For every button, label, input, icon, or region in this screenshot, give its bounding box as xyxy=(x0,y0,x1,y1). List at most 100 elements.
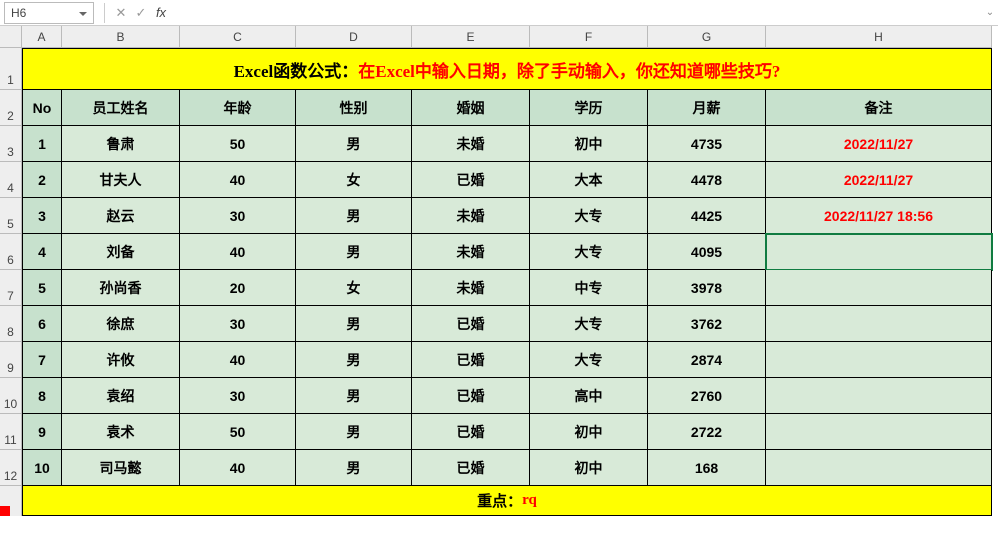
row-header[interactable]: 2 xyxy=(0,90,22,126)
header-cell[interactable]: 性别 xyxy=(296,90,412,126)
data-cell[interactable]: 50 xyxy=(180,126,296,162)
data-cell[interactable]: 未婚 xyxy=(412,270,530,306)
data-cell[interactable] xyxy=(766,414,992,450)
data-cell[interactable]: 大本 xyxy=(530,162,648,198)
data-cell[interactable]: 许攸 xyxy=(62,342,180,378)
data-cell[interactable]: 男 xyxy=(296,378,412,414)
title-row[interactable]: Excel函数公式： 在Excel中输入日期，除了手动输入，你还知道哪些技巧? xyxy=(22,48,992,90)
data-cell[interactable]: 4095 xyxy=(648,234,766,270)
row-header[interactable]: 12 xyxy=(0,450,22,486)
data-cell[interactable]: 40 xyxy=(180,234,296,270)
data-cell[interactable]: 徐庶 xyxy=(62,306,180,342)
data-cell[interactable]: 已婚 xyxy=(412,414,530,450)
data-cell[interactable]: 9 xyxy=(22,414,62,450)
data-cell[interactable]: 40 xyxy=(180,162,296,198)
data-cell[interactable]: 30 xyxy=(180,306,296,342)
data-cell[interactable]: 2 xyxy=(22,162,62,198)
data-cell[interactable]: 司马懿 xyxy=(62,450,180,486)
select-all-corner[interactable] xyxy=(0,26,22,48)
header-cell[interactable]: 婚姻 xyxy=(412,90,530,126)
data-cell[interactable]: 甘夫人 xyxy=(62,162,180,198)
data-cell[interactable]: 大专 xyxy=(530,198,648,234)
data-cell[interactable]: 初中 xyxy=(530,126,648,162)
data-cell[interactable] xyxy=(766,342,992,378)
data-cell[interactable] xyxy=(766,378,992,414)
col-header[interactable]: F xyxy=(530,26,648,48)
data-cell[interactable]: 50 xyxy=(180,414,296,450)
data-cell[interactable]: 大专 xyxy=(530,234,648,270)
expand-formula-icon[interactable]: ⌄ xyxy=(982,7,998,18)
row-header[interactable]: 3 xyxy=(0,126,22,162)
data-cell[interactable]: 2022/11/27 18:56 xyxy=(766,198,992,234)
data-cell[interactable]: 袁术 xyxy=(62,414,180,450)
row-header[interactable]: 6 xyxy=(0,234,22,270)
col-header[interactable]: B xyxy=(62,26,180,48)
data-cell[interactable]: 初中 xyxy=(530,450,648,486)
name-box[interactable]: H6 xyxy=(4,2,94,24)
data-cell[interactable]: 2874 xyxy=(648,342,766,378)
data-cell[interactable]: 2722 xyxy=(648,414,766,450)
data-cell[interactable]: 高中 xyxy=(530,378,648,414)
data-cell[interactable]: 2760 xyxy=(648,378,766,414)
row-header[interactable]: 9 xyxy=(0,342,22,378)
data-cell[interactable]: 4478 xyxy=(648,162,766,198)
header-cell[interactable]: 学历 xyxy=(530,90,648,126)
data-cell[interactable] xyxy=(766,306,992,342)
col-header[interactable]: E xyxy=(412,26,530,48)
data-cell[interactable]: 已婚 xyxy=(412,450,530,486)
data-cell[interactable]: 8 xyxy=(22,378,62,414)
data-cell[interactable]: 孙尚香 xyxy=(62,270,180,306)
data-cell[interactable]: 2022/11/27 xyxy=(766,126,992,162)
header-cell[interactable]: No xyxy=(22,90,62,126)
data-cell[interactable]: 10 xyxy=(22,450,62,486)
data-cell[interactable] xyxy=(766,270,992,306)
data-cell[interactable]: 3762 xyxy=(648,306,766,342)
data-cell[interactable]: 1 xyxy=(22,126,62,162)
header-cell[interactable]: 备注 xyxy=(766,90,992,126)
col-header[interactable]: A xyxy=(22,26,62,48)
data-cell[interactable]: 4425 xyxy=(648,198,766,234)
header-cell[interactable]: 月薪 xyxy=(648,90,766,126)
data-cell[interactable]: 5 xyxy=(22,270,62,306)
data-cell[interactable]: 袁绍 xyxy=(62,378,180,414)
col-header[interactable]: C xyxy=(180,26,296,48)
data-cell[interactable]: 男 xyxy=(296,234,412,270)
data-cell[interactable]: 未婚 xyxy=(412,198,530,234)
data-cell[interactable] xyxy=(766,450,992,486)
data-cell[interactable]: 未婚 xyxy=(412,234,530,270)
data-cell[interactable]: 3 xyxy=(22,198,62,234)
col-header[interactable]: H xyxy=(766,26,992,48)
data-cell[interactable]: 女 xyxy=(296,162,412,198)
data-cell[interactable]: 30 xyxy=(180,198,296,234)
data-cell[interactable]: 男 xyxy=(296,414,412,450)
data-cell[interactable]: 男 xyxy=(296,198,412,234)
data-cell[interactable]: 2022/11/27 xyxy=(766,162,992,198)
data-cell[interactable]: 已婚 xyxy=(412,342,530,378)
data-cell[interactable]: 未婚 xyxy=(412,126,530,162)
data-cell[interactable]: 男 xyxy=(296,126,412,162)
data-cell[interactable]: 3978 xyxy=(648,270,766,306)
data-cell[interactable]: 40 xyxy=(180,450,296,486)
row-header[interactable]: 10 xyxy=(0,378,22,414)
row-header[interactable]: 11 xyxy=(0,414,22,450)
fx-icon[interactable]: fx xyxy=(151,5,171,20)
header-cell[interactable]: 年龄 xyxy=(180,90,296,126)
data-cell[interactable]: 已婚 xyxy=(412,306,530,342)
row-header[interactable]: 7 xyxy=(0,270,22,306)
data-cell[interactable]: 7 xyxy=(22,342,62,378)
data-cell[interactable]: 4 xyxy=(22,234,62,270)
row-header[interactable]: 5 xyxy=(0,198,22,234)
cancel-icon[interactable]: ✕ xyxy=(111,5,131,21)
row-header[interactable]: 1 xyxy=(0,48,22,90)
data-cell[interactable]: 鲁肃 xyxy=(62,126,180,162)
data-cell[interactable]: 男 xyxy=(296,450,412,486)
data-cell[interactable]: 大专 xyxy=(530,306,648,342)
footer-row[interactable]: 重点： rq xyxy=(22,486,992,516)
data-cell[interactable]: 30 xyxy=(180,378,296,414)
header-cell[interactable]: 员工姓名 xyxy=(62,90,180,126)
data-cell[interactable]: 女 xyxy=(296,270,412,306)
data-cell[interactable]: 已婚 xyxy=(412,162,530,198)
data-cell[interactable]: 初中 xyxy=(530,414,648,450)
col-header[interactable]: D xyxy=(296,26,412,48)
data-cell[interactable]: 刘备 xyxy=(62,234,180,270)
